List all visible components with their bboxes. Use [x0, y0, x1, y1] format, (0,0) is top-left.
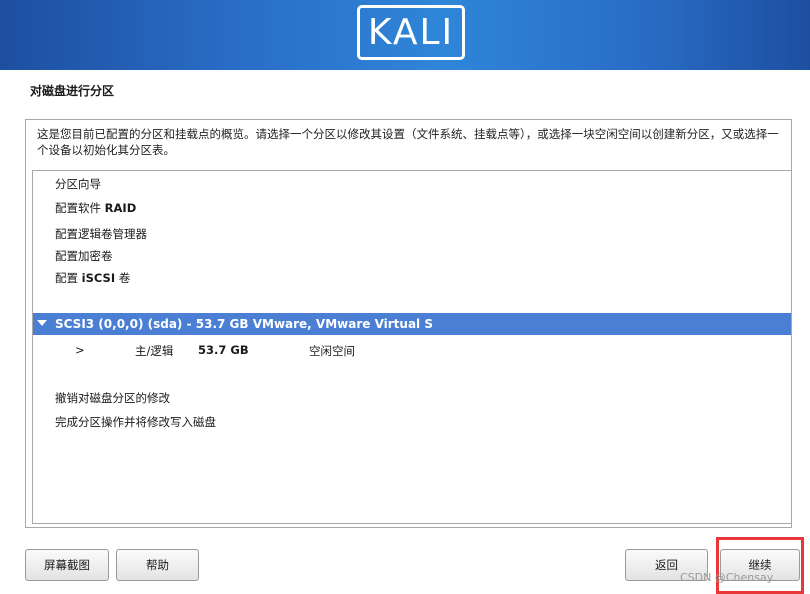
list-item-undo-changes[interactable]: 撤销对磁盘分区的修改	[55, 391, 170, 405]
list-item-guided-partitioning[interactable]: 分区向导	[55, 177, 101, 191]
disk-device-row[interactable]: SCSI3 (0,0,0) (sda) - 53.7 GB VMware, VM…	[33, 313, 791, 335]
list-item-label: 卷	[118, 271, 131, 285]
list-item-encrypted-volumes[interactable]: 配置加密卷	[55, 249, 113, 263]
list-item-lvm[interactable]: 配置逻辑卷管理器	[55, 227, 147, 241]
partition-type: 主/逻辑	[135, 344, 174, 358]
description-text: 这是您目前已配置的分区和挂载点的概览。请选择一个分区以修改其设置（文件系统、挂载…	[37, 127, 779, 157]
screenshot-button[interactable]: 屏幕截图	[25, 549, 109, 581]
list-item-iscsi[interactable]: 配置 iSCSI 卷	[55, 271, 130, 285]
list-item-label: 配置逻辑卷管理器	[55, 227, 147, 241]
list-item-finish-partitioning[interactable]: 完成分区操作并将修改写入磁盘	[55, 415, 216, 429]
list-item-label: 撤销对磁盘分区的修改	[55, 391, 170, 405]
partition-list[interactable]: 分区向导 配置软件 RAID 配置逻辑卷管理器 配置加密卷 配置 iSCSI 卷…	[32, 170, 792, 524]
csdn-watermark: CSDN @Chensay.	[680, 571, 776, 584]
help-button[interactable]: 帮助	[116, 549, 199, 581]
list-item-label: 分区向导	[55, 177, 101, 191]
partition-size: 53.7 GB	[198, 343, 249, 357]
list-item-label: 配置加密卷	[55, 249, 113, 263]
disk-device-label: SCSI3 (0,0,0) (sda) - 53.7 GB VMware, VM…	[55, 317, 433, 331]
list-item-label: 配置软件	[55, 201, 101, 215]
annotation-highlight-box	[716, 537, 804, 594]
raid-keyword: RAID	[104, 201, 137, 215]
row-marker: >	[75, 343, 85, 357]
list-item-software-raid[interactable]: 配置软件 RAID	[55, 201, 136, 215]
page-title: 对磁盘进行分区	[30, 84, 115, 98]
iscsi-keyword: iSCSI	[81, 271, 116, 285]
expand-triangle-icon	[37, 320, 47, 326]
kali-logo: KALI	[357, 5, 465, 60]
partition-usage: 空闲空间	[309, 344, 355, 358]
list-item-label: 完成分区操作并将修改写入磁盘	[55, 415, 216, 429]
list-item-label: 配置	[55, 271, 78, 285]
kali-header-banner: KALI	[0, 0, 810, 70]
free-space-row[interactable]: > 主/逻辑 53.7 GB 空闲空间	[33, 343, 791, 359]
